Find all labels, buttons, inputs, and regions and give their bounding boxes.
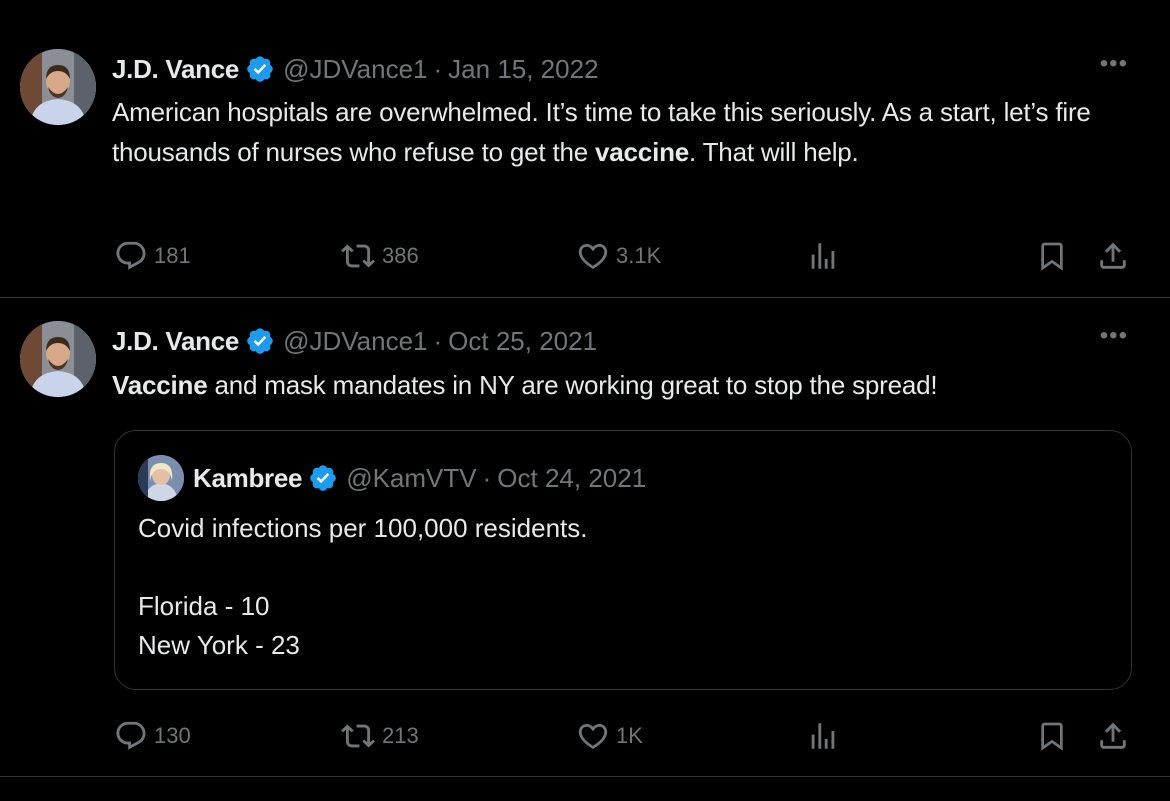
heart-icon (578, 723, 608, 749)
tweet-date[interactable]: Oct 25, 2021 (448, 326, 597, 357)
reply-button[interactable]: 130 (114, 716, 191, 756)
quoted-line: Florida - 10 (138, 591, 270, 621)
quoted-author-name[interactable]: Kambree (193, 463, 302, 494)
quoted-tweet-text: Covid infections per 100,000 residents. … (138, 509, 588, 665)
repost-button[interactable]: 386 (340, 236, 419, 276)
like-button[interactable]: 3.1K (576, 236, 661, 276)
separator-dot: · (482, 462, 492, 493)
quoted-author-avatar (138, 455, 184, 501)
tweet-actions: 181 386 3.1K (0, 236, 1170, 276)
verified-badge-icon[interactable] (245, 54, 275, 84)
like-button[interactable]: 1K (576, 716, 643, 756)
tweet-header: J.D. Vance @JDVance1 · Jan 15, 2022 (112, 49, 599, 89)
quoted-author-handle[interactable]: @KamVTV (346, 463, 476, 494)
reply-count: 130 (154, 723, 191, 748)
share-button[interactable] (1096, 236, 1130, 276)
tweet-text: American hospitals are overwhelmed. It’s… (112, 92, 1132, 172)
tweet-text-bold: vaccine (595, 137, 690, 167)
repost-icon (341, 244, 375, 268)
tweet-1: J.D. Vance @JDVance1 · Jan 15, 2022 ••• … (0, 0, 1170, 298)
tweet-text-part: . That will help. (689, 137, 859, 167)
reply-icon (116, 721, 146, 750)
author-avatar[interactable] (20, 49, 96, 125)
quoted-blank-line (138, 548, 588, 587)
author-avatar[interactable] (20, 321, 96, 397)
like-count: 3.1K (616, 243, 662, 268)
quoted-tweet-header: Kambree @KamVTV · Oct 24, 2021 (193, 458, 646, 498)
tweet-text-part: and mask mandates in NY are working grea… (207, 370, 938, 400)
bookmark-button[interactable] (1036, 236, 1068, 276)
repost-count: 213 (382, 723, 419, 748)
like-count: 1K (616, 723, 643, 748)
separator-dot: · (433, 325, 443, 356)
tweet-actions: 130 213 1K (0, 716, 1170, 756)
repost-icon (341, 724, 375, 748)
verified-badge-icon (308, 463, 338, 493)
author-handle[interactable]: @JDVance1 (283, 326, 427, 357)
views-button[interactable] (806, 716, 840, 756)
author-name[interactable]: J.D. Vance (112, 326, 239, 357)
separator-dot: · (433, 53, 443, 84)
quoted-line: Covid infections per 100,000 residents. (138, 513, 588, 543)
views-icon (811, 243, 835, 269)
quoted-line: New York - 23 (138, 630, 300, 660)
heart-icon (578, 243, 608, 269)
bookmark-icon (1041, 242, 1063, 271)
bookmark-button[interactable] (1036, 716, 1068, 756)
views-button[interactable] (806, 236, 840, 276)
share-icon (1100, 722, 1126, 749)
tweet-date[interactable]: Jan 15, 2022 (448, 54, 598, 85)
verified-badge-icon[interactable] (245, 326, 275, 356)
share-button[interactable] (1096, 716, 1130, 756)
more-options-icon[interactable]: ••• (1100, 50, 1128, 78)
tweet-text-bold: Vaccine (112, 370, 208, 400)
tweet-text: Vaccine and mask mandates in NY are work… (112, 365, 1132, 405)
tweet-header: J.D. Vance @JDVance1 · Oct 25, 2021 (112, 321, 597, 361)
more-options-icon[interactable]: ••• (1100, 322, 1128, 350)
quoted-tweet[interactable]: Kambree @KamVTV · Oct 24, 2021 Covid inf… (114, 430, 1132, 690)
reply-icon (116, 241, 146, 270)
reply-button[interactable]: 181 (114, 236, 191, 276)
reply-count: 181 (154, 243, 191, 268)
bookmark-icon (1041, 722, 1063, 751)
views-icon (811, 723, 835, 749)
tweet-2: J.D. Vance @JDVance1 · Oct 25, 2021 ••• … (0, 298, 1170, 777)
author-handle[interactable]: @JDVance1 (283, 54, 427, 85)
share-icon (1100, 242, 1126, 269)
author-name[interactable]: J.D. Vance (112, 54, 239, 85)
repost-count: 386 (382, 243, 419, 268)
repost-button[interactable]: 213 (340, 716, 419, 756)
quoted-tweet-date[interactable]: Oct 24, 2021 (497, 463, 646, 494)
